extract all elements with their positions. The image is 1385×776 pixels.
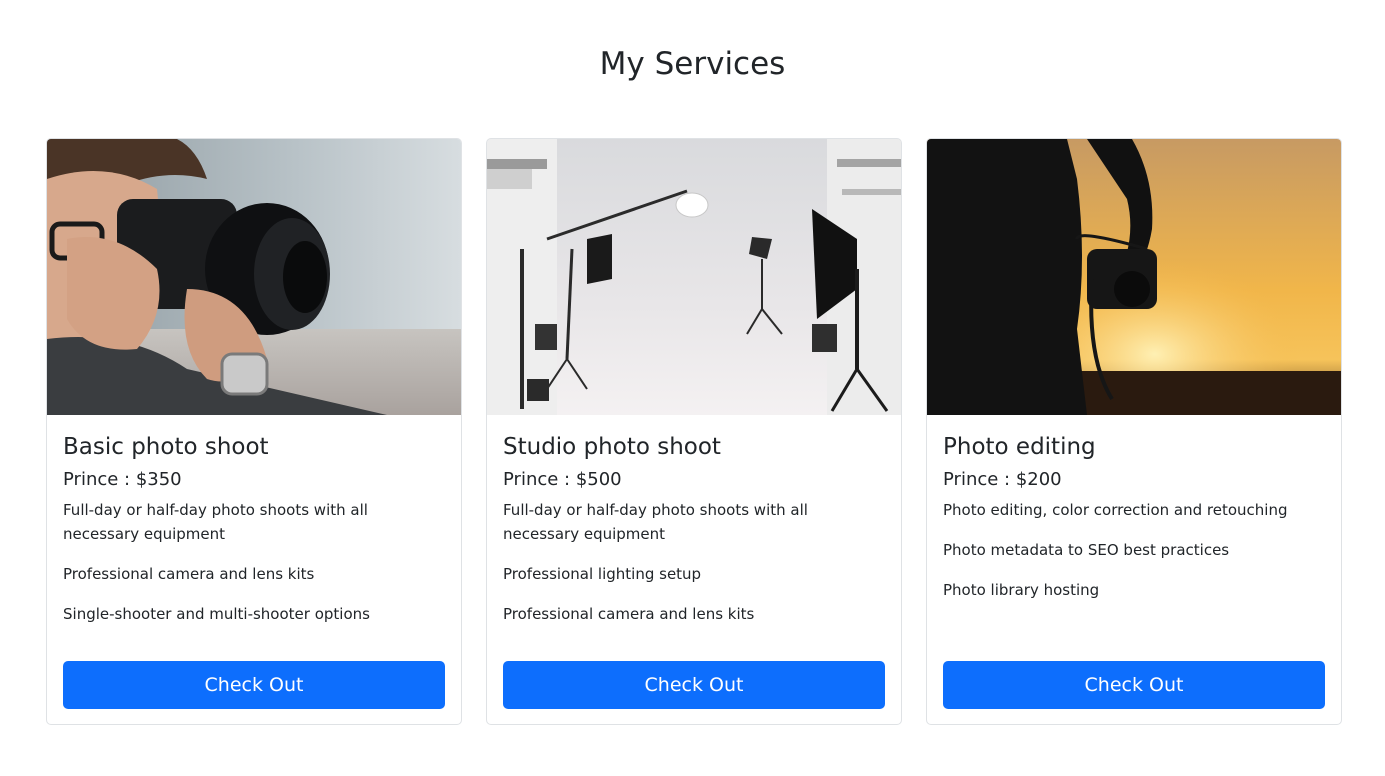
card-image-studio xyxy=(487,139,901,415)
feature-item: Photo library hosting xyxy=(943,581,1100,599)
check-out-button[interactable]: Check Out xyxy=(943,661,1325,709)
feature-item: Full-day or half-day photo shoots with a… xyxy=(63,501,368,543)
card-image-sunset xyxy=(927,139,1341,415)
feature-list: Full-day or half-day photo shoots with a… xyxy=(503,498,885,626)
card-title: Photo editing xyxy=(943,434,1096,460)
card-price: Prince : $200 xyxy=(943,469,1062,490)
check-out-button[interactable]: Check Out xyxy=(63,661,445,709)
card-price: Prince : $350 xyxy=(63,469,182,490)
check-out-button[interactable]: Check Out xyxy=(503,661,885,709)
service-card-basic: Basic photo shoot Prince : $350 Full-day… xyxy=(46,138,462,725)
feature-list: Photo editing, color correction and reto… xyxy=(943,498,1325,602)
card-body: Studio photo shoot Prince : $500 Full-da… xyxy=(503,415,885,724)
feature-item: Professional lighting setup xyxy=(503,565,702,583)
card-body: Photo editing Prince : $200 Photo editin… xyxy=(943,415,1325,724)
feature-item: Single-shooter and multi-shooter options xyxy=(63,605,370,623)
feature-list: Full-day or half-day photo shoots with a… xyxy=(63,498,445,626)
card-image-photographer xyxy=(47,139,461,415)
card-price: Prince : $500 xyxy=(503,469,622,490)
services-page: My Services Basic photo shoot Prince: $… xyxy=(0,0,1385,776)
feature-item: Professional camera and lens kits xyxy=(63,565,315,583)
card-title: Studio photo shoot xyxy=(503,434,721,460)
card-title: Basic photo shoot xyxy=(63,434,269,460)
service-card-editing: Photo editing Prince : $200 Photo editin… xyxy=(926,138,1342,725)
feature-item: Professional camera and lens kits xyxy=(503,605,755,623)
feature-item: Full-day or half-day photo shoots with a… xyxy=(503,501,808,543)
service-card-studio: Studio photo shoot Prince : $500 Full-da… xyxy=(486,138,902,725)
feature-item: Photo metadata to SEO best practices xyxy=(943,541,1230,559)
feature-item: Photo editing, color correction and reto… xyxy=(943,501,1288,519)
section-title: My Services xyxy=(599,46,786,82)
card-body: Basic photo shoot Prince : $350 Full-day… xyxy=(63,415,445,724)
service-cards: Basic photo shoot Prince : $350 Full-day… xyxy=(46,138,1342,725)
